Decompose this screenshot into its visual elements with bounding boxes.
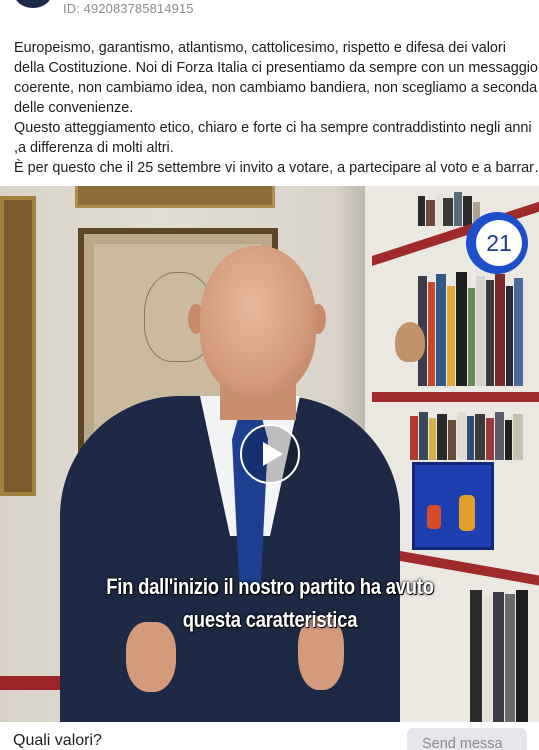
video-player[interactable]: 21 Fin dall'inizio il nostro partito ha …	[0, 186, 539, 722]
post-line: della Costituzione. Noi di Forza Italia …	[14, 60, 538, 76]
books	[410, 412, 524, 460]
caption-line: Fin dall'inizio il nostro partito ha avu…	[106, 574, 434, 599]
post-line: Europeismo, garantismo, atlantismo, catt…	[14, 40, 506, 56]
ad-id-label: ID: 492083785814915	[63, 1, 194, 16]
painting-frame	[75, 186, 275, 208]
display-box	[412, 462, 494, 550]
ad-footer: Quali valori? Send messa	[0, 722, 539, 750]
post-line: coerente, non cambiamo idea, non cambiam…	[14, 80, 538, 96]
ad-header: ID: 492083785814915	[0, 0, 539, 30]
post-line: Questo atteggiamento etico, chiaro e for…	[14, 120, 532, 136]
post-line-truncated[interactable]: È per questo che il 25 settembre vi invi…	[14, 158, 539, 178]
post-line: ,a differenza di molti altri.	[14, 140, 174, 156]
books	[470, 590, 529, 722]
send-message-button[interactable]: Send messa	[407, 728, 527, 750]
page-avatar[interactable]	[14, 0, 52, 8]
play-button[interactable]	[240, 424, 300, 484]
post-line: delle convenienze.	[14, 100, 134, 116]
books	[418, 272, 524, 386]
speaker	[60, 246, 400, 722]
books	[418, 192, 481, 226]
painting-frame	[0, 196, 36, 496]
channel-badge-icon: 21	[466, 212, 528, 274]
video-caption: Fin dall'inizio il nostro partito ha avu…	[94, 570, 447, 636]
caption-line: questa caratteristica	[182, 607, 358, 632]
play-icon	[262, 442, 283, 466]
post-body-text: Europeismo, garantismo, atlantismo, catt…	[14, 38, 539, 178]
cta-headline: Quali valori?	[13, 732, 102, 749]
badge-number: 21	[476, 220, 522, 266]
